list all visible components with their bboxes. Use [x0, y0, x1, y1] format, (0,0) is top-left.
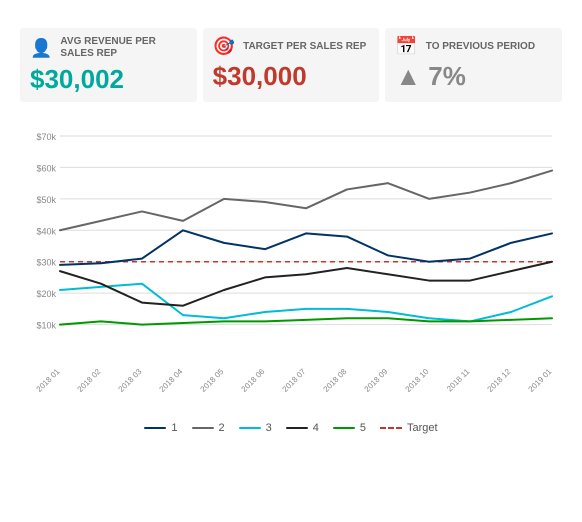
svg-text:2018 06: 2018 06 — [240, 367, 267, 394]
kpi-icon-prev-period: 📅 — [395, 36, 417, 57]
kpi-value-prev-period: ▲ 7% — [395, 63, 552, 89]
legend-line-target — [380, 427, 402, 429]
legend-item-3: 3 — [239, 422, 272, 434]
svg-text:2018 03: 2018 03 — [117, 367, 144, 394]
svg-text:2018 08: 2018 08 — [322, 367, 349, 394]
legend-line-1 — [144, 427, 166, 429]
legend-label-2: 2 — [219, 422, 225, 434]
svg-text:2018 04: 2018 04 — [158, 367, 185, 394]
svg-text:2018 12: 2018 12 — [486, 367, 513, 394]
kpi-card-prev-period: 📅 TO PREVIOUS PERIOD ▲ 7% — [385, 28, 562, 102]
legend-line-4 — [286, 427, 308, 429]
legend-item-target: Target — [380, 422, 438, 434]
kpi-card-avg-revenue: 👤 AVG REVENUE PER SALES REP $30,002 — [20, 28, 197, 102]
svg-text:$60k: $60k — [36, 163, 56, 173]
svg-text:2018 01: 2018 01 — [35, 367, 62, 394]
legend-label-3: 3 — [266, 422, 272, 434]
svg-text:$50k: $50k — [36, 195, 56, 205]
svg-text:2019 01: 2019 01 — [527, 367, 554, 394]
kpi-header-target: 🎯 TARGET PER SALES REP — [213, 36, 370, 57]
kpi-row: 👤 AVG REVENUE PER SALES REP $30,002 🎯 TA… — [20, 28, 562, 102]
kpi-label-target: TARGET PER SALES REP — [243, 41, 366, 53]
chart-legend: 1 2 3 4 5 Target — [20, 422, 562, 434]
svg-text:2018 10: 2018 10 — [404, 367, 431, 394]
svg-text:$70k: $70k — [36, 132, 56, 142]
svg-text:2018 07: 2018 07 — [281, 367, 308, 394]
legend-item-1: 1 — [144, 422, 177, 434]
legend-line-2 — [192, 427, 214, 429]
kpi-value-avg-revenue: $30,002 — [30, 66, 187, 92]
kpi-label-prev-period: TO PREVIOUS PERIOD — [426, 41, 535, 53]
legend-item-4: 4 — [286, 422, 319, 434]
main-container: 👤 AVG REVENUE PER SALES REP $30,002 🎯 TA… — [0, 0, 582, 444]
kpi-value-target: $30,000 — [213, 63, 370, 89]
svg-text:2018 02: 2018 02 — [76, 367, 103, 394]
svg-text:2018 09: 2018 09 — [363, 367, 390, 394]
svg-text:$20k: $20k — [36, 289, 56, 299]
kpi-icon-avg-revenue: 👤 — [30, 38, 52, 59]
svg-text:$30k: $30k — [36, 258, 56, 268]
legend-label-target: Target — [407, 422, 438, 434]
kpi-label-avg-revenue: AVG REVENUE PER SALES REP — [60, 36, 186, 60]
legend-item-5: 5 — [333, 422, 366, 434]
legend-item-2: 2 — [192, 422, 225, 434]
svg-text:2018 11: 2018 11 — [445, 367, 472, 394]
kpi-header-prev-period: 📅 TO PREVIOUS PERIOD — [395, 36, 552, 57]
legend-label-4: 4 — [313, 422, 319, 434]
svg-text:$40k: $40k — [36, 226, 56, 236]
kpi-card-target: 🎯 TARGET PER SALES REP $30,000 — [203, 28, 380, 102]
line-chart: $70k $60k $50k $40k $30k $20k $10k 2018 01 2018 … — [20, 116, 562, 416]
svg-text:$10k: $10k — [36, 321, 56, 331]
legend-line-3 — [239, 427, 261, 429]
kpi-icon-target: 🎯 — [213, 36, 235, 57]
legend-label-5: 5 — [360, 422, 366, 434]
kpi-header-avg-revenue: 👤 AVG REVENUE PER SALES REP — [30, 36, 187, 60]
svg-text:2018 05: 2018 05 — [199, 367, 226, 394]
legend-line-5 — [333, 427, 355, 429]
chart-area: $70k $60k $50k $40k $30k $20k $10k 2018 01 2018 … — [20, 116, 562, 416]
legend-label-1: 1 — [171, 422, 177, 434]
